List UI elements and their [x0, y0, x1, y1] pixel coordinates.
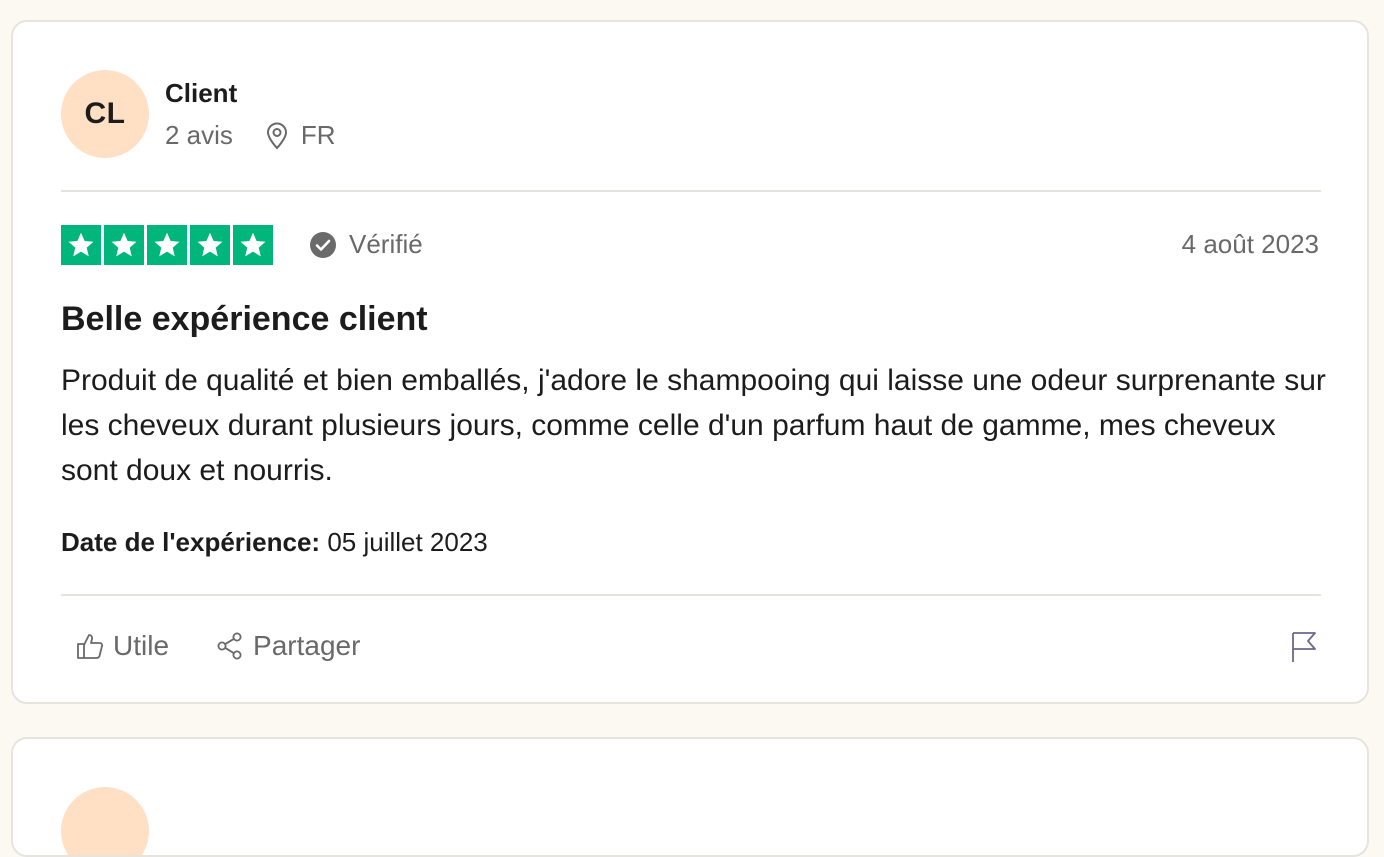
verified-badge[interactable]: Vérifié — [309, 229, 423, 260]
share-icon — [217, 632, 242, 660]
star-icon — [104, 225, 144, 265]
star-icon — [233, 225, 273, 265]
experience-date-value: 05 juillet 2023 — [327, 527, 488, 557]
review-card: CL Client 2 avis FR Vérifié 4 août 2023 … — [11, 20, 1369, 704]
avatar[interactable]: CL — [61, 70, 149, 158]
star-rating — [61, 225, 273, 265]
experience-date-label: Date de l'expérience: — [61, 527, 321, 557]
avatar[interactable] — [61, 787, 149, 855]
experience-date: Date de l'expérience: 05 juillet 2023 — [61, 527, 488, 558]
check-circle-icon — [310, 231, 336, 258]
review-count: 2 avis — [165, 120, 233, 150]
reviewer-name[interactable]: Client — [165, 78, 237, 109]
star-icon — [190, 225, 230, 265]
star-icon — [147, 225, 187, 265]
avatar-initials: CL — [84, 97, 126, 130]
review-date: 4 août 2023 — [1181, 229, 1319, 259]
reviewer-location: FR — [265, 120, 336, 151]
thumbs-up-icon — [77, 634, 104, 659]
useful-button[interactable]: Utile — [75, 630, 169, 662]
star-icon — [61, 225, 101, 265]
review-actions: Utile Partager — [75, 630, 360, 662]
review-body: Produit de qualité et bien emballés, j'a… — [61, 364, 1326, 487]
share-label: Partager — [253, 630, 361, 661]
report-button[interactable] — [1289, 630, 1319, 669]
useful-label: Utile — [113, 630, 170, 661]
country-code: FR — [300, 120, 336, 150]
reviewer-meta: 2 avis FR — [165, 120, 336, 151]
divider — [61, 190, 1321, 192]
next-review-card — [11, 737, 1369, 857]
review-title[interactable]: Belle expérience client — [61, 300, 428, 339]
location-pin-icon — [266, 122, 287, 149]
share-button[interactable]: Partager — [215, 630, 360, 662]
verified-label: Vérifié — [349, 229, 423, 259]
divider — [61, 594, 1321, 596]
flag-icon — [1292, 632, 1316, 662]
